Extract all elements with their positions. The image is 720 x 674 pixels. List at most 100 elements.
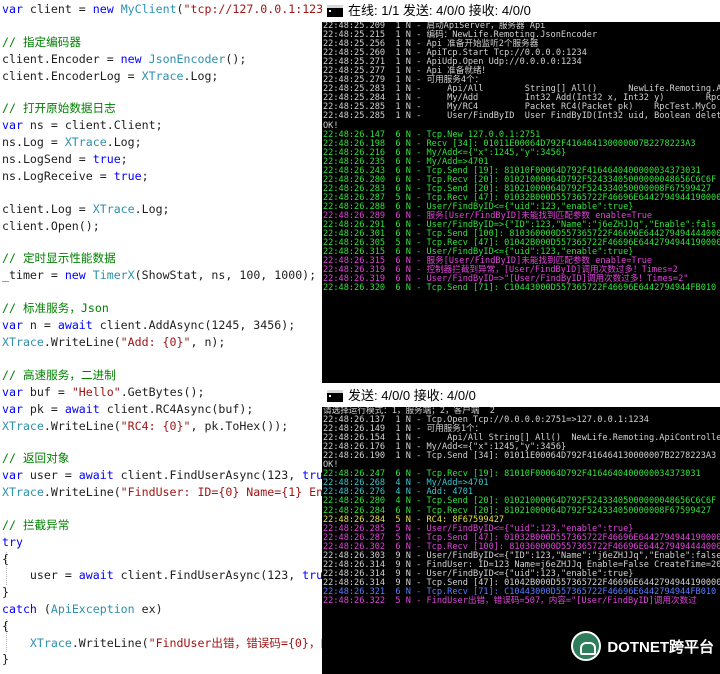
code-token: await [57,318,93,332]
code-token: try [2,535,23,549]
code-line[interactable]: } [2,585,9,599]
code-token: client.FindUserAsync(123, [113,568,303,582]
code-token: "RC4: {0}" [120,419,191,433]
code-line[interactable]: ns.Log = XTrace.Log; [2,135,142,149]
code-token: "FindUser: ID={0} Name={1} Enabl [120,485,322,499]
code-token: XTrace [2,485,44,499]
console-app-icon [327,390,343,402]
code-editor[interactable]: var client = new MyClient("tcp://127.0.0… [0,0,322,674]
code-line[interactable]: // 标准服务，Json [2,301,109,315]
server-console-output: 22:48:25.209 1 N - 启动ApiServer，服务器 Api 22… [322,22,720,383]
code-line[interactable]: var n = await client.AddAsync(1245, 3456… [2,318,295,332]
code-line[interactable]: // 打开原始数据日志 [2,101,116,115]
code-token: _timer = [2,268,65,282]
server-console-titlebar[interactable]: 在线: 1/1 发送: 4/0/0 接收: 4/0/0 [322,0,720,22]
code-token: true [302,468,322,482]
code-token: user = [2,568,79,582]
code-token: { [2,619,9,633]
code-line[interactable]: XTrace.WriteLine("FindUser出错，错误码={0}，内 [2,636,322,650]
code-token: ns.LogReceive = [2,169,114,183]
code-token: var [2,318,23,332]
code-token: client = [22,2,93,16]
code-token: ( [36,602,51,616]
code-token: true [302,568,322,582]
code-line[interactable]: client.Open(); [2,219,100,233]
code-line[interactable]: // 指定编码器 [2,35,81,49]
code-token: var [2,118,23,132]
code-token: ex) [134,602,163,616]
code-token: XTrace [29,636,72,650]
code-token: client.FindUserAsync(123, [113,468,303,482]
code-token: XTrace [92,202,135,216]
code-token: .Log; [134,202,170,216]
code-line[interactable]: catch (ApiException ex) [2,602,163,616]
code-token: new [92,2,114,16]
code-comment: // 拦截异常 [2,518,70,532]
code-line[interactable]: // 定时显示性能数据 [2,251,116,265]
code-line[interactable]: { [2,619,9,633]
code-token: (); [225,52,247,66]
console-log-line: 22:48:26.322 5 N - FindUser出错，错误码=507，内容… [323,595,697,606]
code-line[interactable]: XTrace.WriteLine("RC4: {0}", pk.ToHex())… [2,419,288,433]
code-token: "FindUser出错，错误码={0}，内 [148,636,322,650]
code-token: ; [141,169,149,183]
code-token: client.EncoderLog = [2,69,142,83]
watermark-text: DOTNET跨平台 [607,638,714,656]
client-console-titlebar[interactable]: 发送: 4/0/0 接收: 4/0/0 [322,385,720,407]
code-token: user = [22,468,79,482]
code-token: pk = [22,402,65,416]
code-token: { [2,552,9,566]
code-line[interactable]: { [2,552,9,566]
code-token: client.Encoder = [2,52,121,66]
code-line[interactable]: _timer = new TimerX(ShowStat, ns, 100, 1… [2,268,316,282]
console-app-icon [327,5,343,17]
code-line[interactable]: // 拦截异常 [2,518,69,532]
code-token: } [2,585,9,599]
code-token: true [113,169,142,183]
code-line[interactable]: client.Encoder = new JsonEncoder(); [2,52,246,66]
code-token: , n); [190,335,226,349]
code-line[interactable]: var pk = await client.RC4Async(buf); [2,402,253,416]
server-console-title: 在线: 1/1 发送: 4/0/0 接收: 4/0/0 [348,3,531,18]
code-line[interactable]: client.Log = XTrace.Log; [2,202,170,216]
code-token: await [78,568,114,582]
code-token: .WriteLine( [43,419,121,433]
code-line[interactable]: ns.LogSend = true; [2,152,128,166]
code-token: client.Log = [2,202,93,216]
code-line[interactable]: var ns = client.Client; [2,118,163,132]
code-line[interactable]: client.EncoderLog = XTrace.Log; [2,69,218,83]
code-token: XTrace [2,419,44,433]
client-console-title: 发送: 4/0/0 接收: 4/0/0 [348,388,476,403]
code-line[interactable]: // 返回对象 [2,451,69,465]
code-token: ns = client.Client; [22,118,163,132]
console-log-line: 22:48:26.320 6 N - Tcp.Send [71]: C10443… [323,283,717,294]
console-log-line: 22:48:26.190 1 N - Tcp.Send [34]: 01011E… [323,451,717,462]
code-token: .WriteLine( [43,485,121,499]
code-token: , pk.ToHex()); [190,419,289,433]
code-token: ; [120,152,128,166]
code-token: XTrace [64,135,107,149]
code-token: MyClient [120,2,177,16]
code-token: var [2,2,23,16]
code-token: new [120,52,142,66]
code-token: .Log; [183,69,219,83]
code-token: buf = [22,385,72,399]
code-line[interactable]: XTrace.WriteLine("Add: {0}", n); [2,335,225,349]
code-token: n = [22,318,58,332]
code-token: "Add: {0}" [120,335,191,349]
code-token: ApiException [50,602,135,616]
code-line[interactable]: try [2,535,23,549]
code-line[interactable]: var buf = "Hello".GetBytes(); [2,385,204,399]
code-line[interactable]: var client = new MyClient("tcp://127.0.0… [2,2,322,16]
code-line[interactable]: // 高速服务，二进制 [2,368,116,382]
code-line[interactable]: XTrace.WriteLine("FindUser: ID={0} Name=… [2,485,322,499]
code-line[interactable]: user = await client.FindUserAsync(123, t… [2,568,322,582]
code-line[interactable]: ns.LogReceive = true; [2,169,149,183]
code-line[interactable]: var user = await client.FindUserAsync(12… [2,468,322,482]
code-line[interactable]: } [2,652,9,666]
code-token: JsonEncoder [148,52,226,66]
server-console-window[interactable]: 在线: 1/1 发送: 4/0/0 接收: 4/0/0 22:48:25.209… [322,0,720,383]
code-token: true [92,152,121,166]
